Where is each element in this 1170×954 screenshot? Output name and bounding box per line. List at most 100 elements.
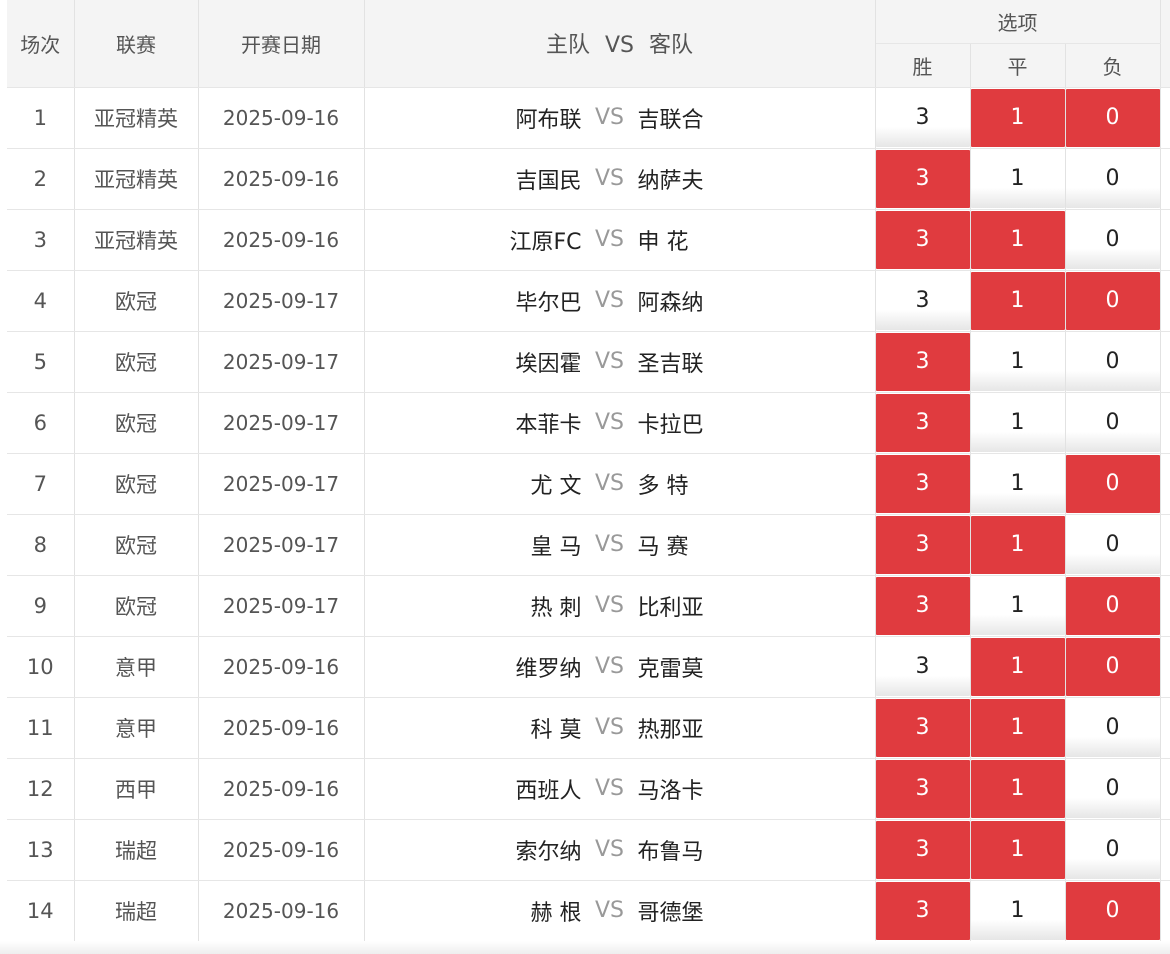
home-team: 索尔纳 (515, 839, 582, 865)
option-loss-button[interactable]: 0 (1065, 271, 1160, 330)
option-win-cell: 3 (875, 575, 971, 637)
option-win-button[interactable]: 3 (875, 698, 970, 757)
option-loss-button[interactable]: 0 (1065, 332, 1160, 391)
vs-label: VS (594, 349, 624, 374)
option-loss-button[interactable]: 0 (1065, 698, 1160, 757)
option-draw-button[interactable]: 1 (970, 393, 1065, 452)
option-win-button[interactable]: 3 (875, 210, 970, 269)
match-date: 2025-09-16 (198, 148, 365, 210)
match-league: 亚冠精英 (74, 87, 199, 149)
match-teams: 毕尔巴 VS 阿森纳 (364, 270, 876, 332)
option-win-button[interactable]: 3 (875, 149, 970, 208)
option-win-cell: 3 (875, 514, 971, 576)
match-table: 场次 联赛 开赛日期 主队 VS 客队 选项 胜 平 负 1 亚冠精英 2025… (7, 0, 1170, 942)
option-win-button[interactable]: 3 (875, 393, 970, 452)
match-index: 10 (7, 636, 75, 698)
option-win-cell: 3 (875, 392, 971, 454)
row-edge (1160, 697, 1170, 759)
header-match: 主队 VS 客队 (364, 0, 876, 88)
option-draw-button[interactable]: 1 (970, 271, 1065, 330)
option-draw-button[interactable]: 1 (970, 698, 1065, 757)
match-index: 4 (7, 270, 75, 332)
option-loss-cell: 0 (1065, 148, 1161, 210)
option-loss-button[interactable]: 0 (1065, 576, 1160, 635)
option-draw-button[interactable]: 1 (970, 454, 1065, 513)
option-draw-button[interactable]: 1 (970, 210, 1065, 269)
option-draw-button[interactable]: 1 (970, 149, 1065, 208)
option-draw-button[interactable]: 1 (970, 88, 1065, 147)
match-teams: 吉国民 VS 纳萨夫 (364, 148, 876, 210)
option-win-button[interactable]: 3 (875, 332, 970, 391)
away-team: 多 特 (637, 473, 689, 499)
home-team: 热 刺 (530, 595, 582, 621)
option-loss-button[interactable]: 0 (1065, 393, 1160, 452)
row-edge (1160, 575, 1170, 637)
option-loss-button[interactable]: 0 (1065, 637, 1160, 696)
option-loss-button[interactable]: 0 (1065, 820, 1160, 879)
header-away: 客队 (649, 33, 694, 59)
option-win-button[interactable]: 3 (875, 759, 970, 818)
vs-label: VS (594, 837, 624, 862)
match-league: 意甲 (74, 636, 199, 698)
option-loss-button[interactable]: 0 (1065, 881, 1160, 940)
option-loss-button[interactable]: 0 (1065, 88, 1160, 147)
option-loss-cell: 0 (1065, 575, 1161, 637)
option-win-button[interactable]: 3 (875, 820, 970, 879)
option-draw-button[interactable]: 1 (970, 820, 1065, 879)
option-loss-button[interactable]: 0 (1065, 515, 1160, 574)
header-date: 开赛日期 (198, 0, 365, 88)
option-loss-cell: 0 (1065, 392, 1161, 454)
option-draw-cell: 1 (970, 758, 1066, 820)
away-team: 热那亚 (637, 717, 704, 743)
match-teams: 本菲卡 VS 卡拉巴 (364, 392, 876, 454)
match-league: 欧冠 (74, 453, 199, 515)
table-header: 场次 联赛 开赛日期 主队 VS 客队 选项 胜 平 负 (7, 0, 1170, 88)
vs-label: VS (594, 654, 624, 679)
option-draw-cell: 1 (970, 453, 1066, 515)
option-loss-button[interactable]: 0 (1065, 759, 1160, 818)
away-team: 阿森纳 (637, 290, 704, 316)
option-draw-cell: 1 (970, 819, 1066, 881)
row-edge (1160, 331, 1170, 393)
match-league: 意甲 (74, 697, 199, 759)
vs-label: VS (594, 288, 624, 313)
match-row: 13 瑞超 2025-09-16 索尔纳 VS 布鲁马 3 1 0 (7, 819, 1170, 881)
match-date: 2025-09-16 (198, 636, 365, 698)
match-date: 2025-09-16 (198, 87, 365, 149)
option-draw-button[interactable]: 1 (970, 576, 1065, 635)
option-draw-button[interactable]: 1 (970, 759, 1065, 818)
header-edge (1160, 0, 1170, 88)
home-team: 江原FC (509, 229, 582, 255)
option-loss-button[interactable]: 0 (1065, 149, 1160, 208)
option-win-button[interactable]: 3 (875, 576, 970, 635)
option-loss-button[interactable]: 0 (1065, 454, 1160, 513)
vs-label: VS (594, 532, 624, 557)
option-win-button[interactable]: 3 (875, 271, 970, 330)
match-league: 欧冠 (74, 331, 199, 393)
option-win-button[interactable]: 3 (875, 454, 970, 513)
match-table-container: 场次 联赛 开赛日期 主队 VS 客队 选项 胜 平 负 1 亚冠精英 2025… (0, 0, 1170, 954)
match-index: 11 (7, 697, 75, 759)
option-win-button[interactable]: 3 (875, 881, 970, 940)
option-loss-cell: 0 (1065, 697, 1161, 759)
option-draw-button[interactable]: 1 (970, 881, 1065, 940)
option-win-button[interactable]: 3 (875, 88, 970, 147)
match-teams: 阿布联 VS 吉联合 (364, 87, 876, 149)
option-draw-cell: 1 (970, 209, 1066, 271)
away-team: 克雷莫 (637, 656, 704, 682)
option-draw-button[interactable]: 1 (970, 515, 1065, 574)
match-teams: 江原FC VS 申 花 (364, 209, 876, 271)
match-index: 14 (7, 880, 75, 942)
match-league: 欧冠 (74, 392, 199, 454)
match-teams: 热 刺 VS 比利亚 (364, 575, 876, 637)
option-loss-button[interactable]: 0 (1065, 210, 1160, 269)
option-win-cell: 3 (875, 697, 971, 759)
option-loss-cell: 0 (1065, 331, 1161, 393)
home-team: 西班人 (515, 778, 582, 804)
option-win-button[interactable]: 3 (875, 637, 970, 696)
option-draw-button[interactable]: 1 (970, 637, 1065, 696)
away-team: 圣吉联 (637, 351, 704, 377)
option-win-button[interactable]: 3 (875, 515, 970, 574)
option-draw-button[interactable]: 1 (970, 332, 1065, 391)
option-win-cell: 3 (875, 758, 971, 820)
